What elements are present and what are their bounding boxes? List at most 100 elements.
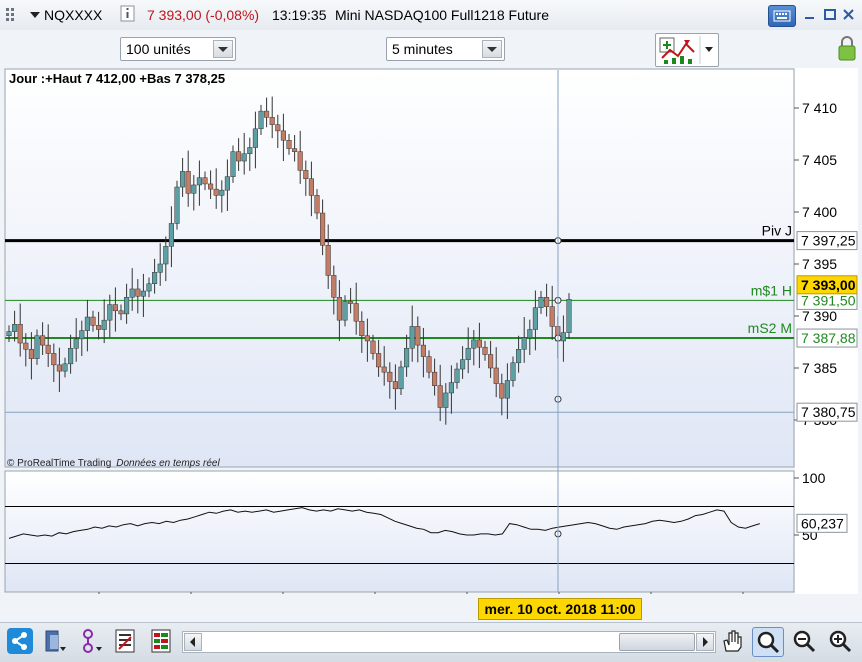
order-list-button[interactable] [112, 627, 140, 655]
candle-body [471, 339, 477, 349]
table-button[interactable] [148, 627, 176, 655]
candle-body [532, 307, 538, 330]
candle-body [325, 245, 331, 276]
chevron-right-icon [703, 637, 708, 647]
drawing-tools-icon [83, 629, 102, 653]
candle-body [303, 170, 309, 179]
scroll-left-button[interactable] [184, 633, 202, 651]
title-bar: NQXXXX 7 393,00 (-0,08%) 13:19:35 Mini N… [0, 0, 862, 31]
candle-body [521, 337, 527, 350]
y-tick-label: 7 405 [802, 152, 837, 168]
symbol-menu-arrow-icon[interactable] [30, 12, 40, 18]
zoom-in-icon [829, 630, 852, 653]
share-icon [7, 628, 33, 654]
candle-body [286, 139, 292, 149]
candle-body [40, 335, 46, 346]
hand-icon [723, 630, 742, 652]
candle-body [185, 171, 191, 194]
candle-body [96, 325, 102, 330]
scrollbar-thumb[interactable] [619, 633, 695, 651]
quantity-select[interactable]: 100 unités [120, 37, 236, 61]
candle-body [544, 297, 550, 307]
interval-select-value: 5 minutes [392, 41, 453, 57]
watermark-brand: © ProRealTime Trading [7, 458, 111, 469]
chart-canvas[interactable]: Piv J m$1 H mS2 M 7 410 7 405 7 400 7 395 7 39… [4, 68, 858, 614]
level-label: 7 387,88 [801, 330, 856, 346]
candle-body [376, 353, 382, 368]
indicator-pane[interactable] [4, 470, 795, 593]
price-pane[interactable] [4, 68, 795, 468]
candle-body [342, 301, 348, 321]
candle-body [426, 356, 432, 373]
indicator-tick-label: 100 [802, 470, 826, 486]
candle-body [538, 297, 544, 308]
candle-body [23, 342, 29, 350]
candle-body [504, 380, 510, 399]
candle-body [320, 212, 326, 246]
close-icon [843, 9, 854, 20]
symbol-name[interactable]: NQXXXX [44, 7, 102, 23]
candle-body [62, 363, 68, 372]
candle-body [387, 371, 393, 382]
candle-body [163, 246, 169, 265]
y-tick-label: 7 385 [802, 360, 837, 376]
lock-icon [838, 36, 856, 61]
level-line-text: mS2 M [748, 320, 792, 336]
horizontal-scrollbar[interactable] [182, 631, 716, 653]
candle-body [118, 310, 124, 315]
candle-body [230, 151, 236, 177]
candle-body [510, 362, 516, 381]
drawing-tools-button[interactable] [78, 627, 106, 655]
chevron-left-icon [190, 637, 195, 647]
candle-body [196, 177, 202, 186]
chart-toolbar: 100 unités 5 minutes [0, 30, 862, 68]
candle-body [6, 331, 12, 337]
candle-body [34, 335, 40, 359]
zoom-selection-button[interactable] [752, 627, 784, 657]
close-button[interactable] [838, 5, 860, 25]
lock-button[interactable] [835, 32, 859, 64]
instrument-name: Mini NASDAQ100 Full1218 Future [335, 7, 549, 23]
candle-body [129, 288, 135, 298]
candle-body [135, 288, 141, 297]
indicators-button[interactable] [655, 33, 719, 67]
candle-body [180, 171, 186, 188]
candle-body [370, 340, 376, 354]
chart-link-icon [45, 630, 66, 652]
keyboard-button[interactable] [768, 5, 796, 27]
share-button[interactable] [6, 627, 34, 655]
candle-body [476, 339, 482, 348]
y-tick-label: 7 395 [802, 256, 837, 272]
candle-body [269, 117, 275, 125]
candle-body [56, 364, 62, 372]
candle-body [28, 349, 34, 359]
candle-body [174, 186, 180, 224]
drag-handle-icon[interactable] [6, 8, 18, 22]
zoom-in-button[interactable] [826, 627, 854, 655]
chart-area[interactable]: Piv J m$1 H mS2 M 7 410 7 405 7 400 7 395 7 39… [4, 68, 858, 614]
candle-body [12, 324, 18, 332]
level-label: 7 397,25 [801, 233, 856, 249]
hand-tool-button[interactable] [718, 627, 746, 655]
keyboard-icon [773, 10, 791, 22]
candle-body [448, 382, 454, 394]
candle-body [219, 189, 225, 196]
chevron-down-icon[interactable] [213, 40, 233, 58]
candle-body [527, 329, 533, 339]
y-tick-label: 7 410 [802, 100, 837, 116]
candle-body [364, 335, 370, 342]
candle-body [84, 316, 90, 331]
level-line-text: m$1 H [751, 282, 792, 298]
price-change: 7 393,00 (-0,08%) [147, 7, 260, 23]
crosshair-date-label: mer. 10 oct. 2018 11:00 [478, 598, 642, 620]
info-icon[interactable] [120, 5, 136, 26]
interval-select[interactable]: 5 minutes [386, 37, 505, 61]
candle-body [124, 297, 130, 315]
candle-body [549, 306, 555, 327]
chevron-down-icon[interactable] [482, 40, 502, 58]
scroll-right-button[interactable] [696, 633, 714, 651]
candle-body [465, 347, 471, 360]
chart-link-button[interactable] [42, 627, 70, 655]
zoom-selection-icon [757, 631, 780, 654]
zoom-out-button[interactable] [790, 627, 818, 655]
